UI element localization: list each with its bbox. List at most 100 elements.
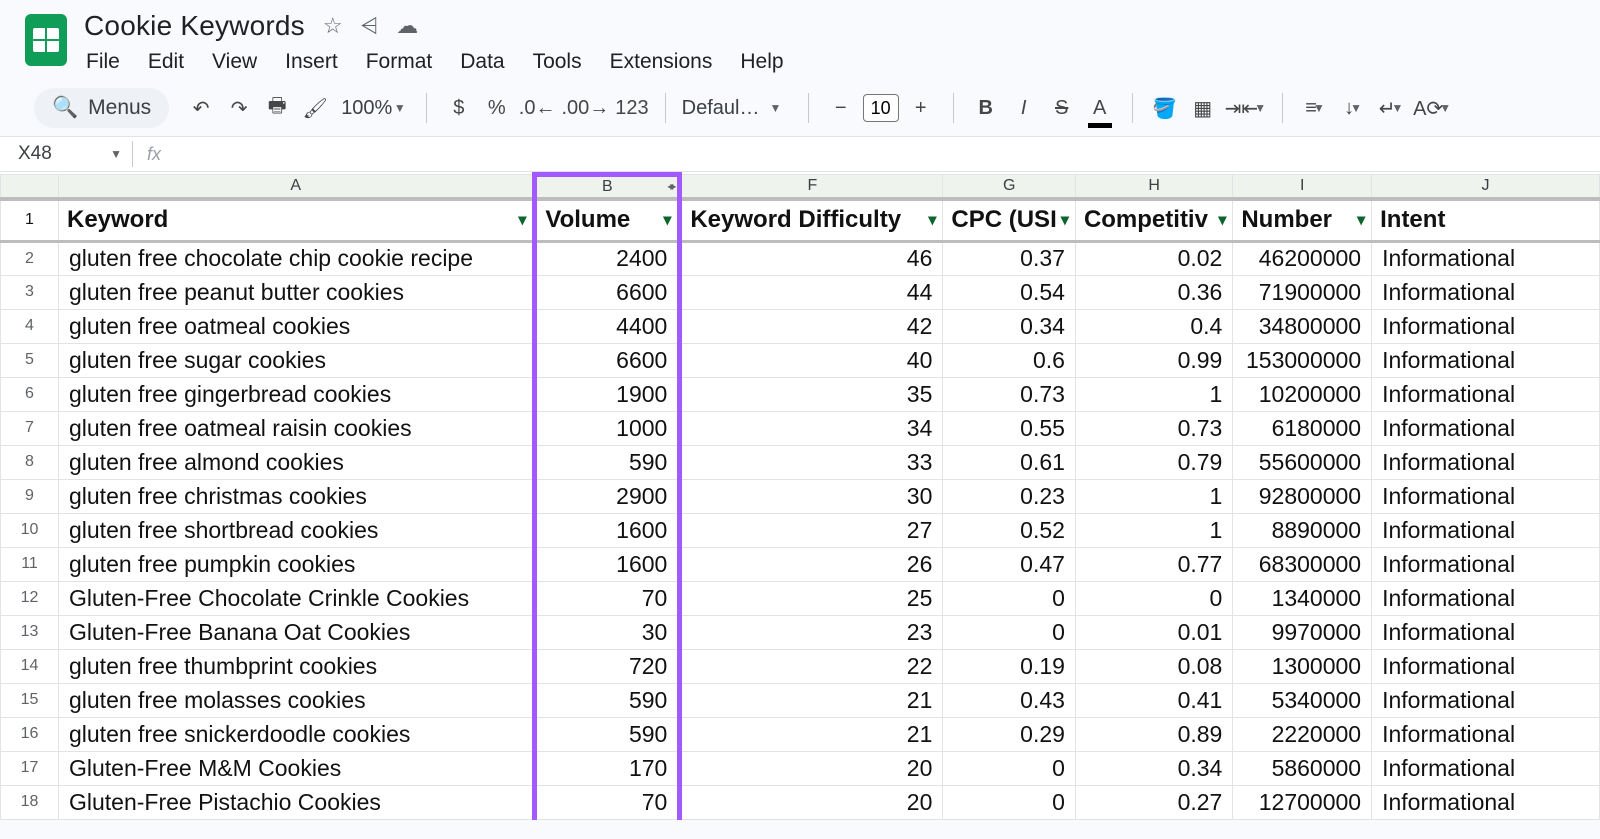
cell-cpc[interactable]: 0.6 <box>943 343 1076 377</box>
row-header[interactable]: 17 <box>1 751 59 785</box>
cell-volume[interactable]: 1000 <box>535 411 680 445</box>
header-keyword[interactable]: Keyword▾ <box>58 199 534 241</box>
cell-intent[interactable]: Informational <box>1372 241 1600 275</box>
cell-keyword[interactable]: gluten free almond cookies <box>58 445 534 479</box>
cell-intent[interactable]: Informational <box>1372 479 1600 513</box>
cell-volume[interactable]: 2400 <box>535 241 680 275</box>
cell-number[interactable]: 68300000 <box>1233 547 1372 581</box>
cell-keyword[interactable]: gluten free thumbprint cookies <box>58 649 534 683</box>
cell-cpc[interactable]: 0 <box>943 751 1076 785</box>
cell-cpc[interactable]: 0.19 <box>943 649 1076 683</box>
header-number[interactable]: Number▾ <box>1233 199 1372 241</box>
cell-competitive[interactable]: 0.01 <box>1075 615 1232 649</box>
cell-difficulty[interactable]: 35 <box>680 377 943 411</box>
menu-view[interactable]: View <box>212 50 257 74</box>
filter-icon[interactable]: ▾ <box>1218 210 1226 230</box>
cell-volume[interactable]: 590 <box>535 717 680 751</box>
cell-keyword[interactable]: gluten free oatmeal cookies <box>58 309 534 343</box>
text-wrap-button[interactable]: ↵▼ <box>1375 92 1407 124</box>
formula-bar[interactable] <box>161 143 1600 165</box>
cell-competitive[interactable]: 0.89 <box>1075 717 1232 751</box>
menu-tools[interactable]: Tools <box>533 50 582 74</box>
cell-difficulty[interactable]: 40 <box>680 343 943 377</box>
text-rotation-button[interactable]: A⟳▼ <box>1413 92 1451 124</box>
column-header-A[interactable]: A <box>58 175 534 200</box>
cell-intent[interactable]: Informational <box>1372 615 1600 649</box>
cell-intent[interactable]: Informational <box>1372 547 1600 581</box>
cell-number[interactable]: 12700000 <box>1233 785 1372 819</box>
menu-format[interactable]: Format <box>366 50 433 74</box>
cell-number[interactable]: 71900000 <box>1233 275 1372 309</box>
print-button[interactable]: 🖶 <box>261 92 293 124</box>
cell-volume[interactable]: 1900 <box>535 377 680 411</box>
cell-intent[interactable]: Informational <box>1372 513 1600 547</box>
currency-button[interactable]: $ <box>443 92 475 124</box>
bold-button[interactable]: B <box>970 92 1002 124</box>
cell-number[interactable]: 92800000 <box>1233 479 1372 513</box>
row-header[interactable]: 8 <box>1 445 59 479</box>
cell-competitive[interactable]: 0.41 <box>1075 683 1232 717</box>
cell-keyword[interactable]: Gluten-Free Chocolate Crinkle Cookies <box>58 581 534 615</box>
select-all-corner[interactable] <box>1 175 59 200</box>
cell-competitive[interactable]: 0.36 <box>1075 275 1232 309</box>
name-box[interactable]: X48 ▼ <box>12 143 122 165</box>
increase-font-button[interactable]: + <box>905 92 937 124</box>
text-color-button[interactable]: A <box>1084 92 1116 124</box>
cell-competitive[interactable]: 0.77 <box>1075 547 1232 581</box>
cell-keyword[interactable]: gluten free gingerbread cookies <box>58 377 534 411</box>
cell-intent[interactable]: Informational <box>1372 683 1600 717</box>
cell-difficulty[interactable]: 46 <box>680 241 943 275</box>
borders-button[interactable]: ▦ <box>1187 92 1219 124</box>
cell-number[interactable]: 1340000 <box>1233 581 1372 615</box>
cell-number[interactable]: 5860000 <box>1233 751 1372 785</box>
cell-number[interactable]: 6180000 <box>1233 411 1372 445</box>
increase-decimal-button[interactable]: .00→ <box>561 92 609 124</box>
row-header[interactable]: 10 <box>1 513 59 547</box>
cell-competitive[interactable]: 0.08 <box>1075 649 1232 683</box>
filter-icon[interactable]: ▾ <box>663 210 671 230</box>
cell-intent[interactable]: Informational <box>1372 581 1600 615</box>
row-header[interactable]: 1 <box>1 199 59 241</box>
cell-number[interactable]: 9970000 <box>1233 615 1372 649</box>
font-select[interactable]: Defaul…▼ <box>682 97 792 120</box>
cell-cpc[interactable]: 0 <box>943 581 1076 615</box>
filter-icon[interactable]: ▾ <box>1061 210 1069 230</box>
fill-color-button[interactable]: 🪣 <box>1149 92 1181 124</box>
row-header[interactable]: 2 <box>1 241 59 275</box>
menu-data[interactable]: Data <box>460 50 504 74</box>
column-header-G[interactable]: G <box>943 175 1076 200</box>
cell-difficulty[interactable]: 22 <box>680 649 943 683</box>
cell-intent[interactable]: Informational <box>1372 343 1600 377</box>
cell-keyword[interactable]: Gluten-Free Banana Oat Cookies <box>58 615 534 649</box>
cell-difficulty[interactable]: 26 <box>680 547 943 581</box>
cell-cpc[interactable]: 0.34 <box>943 309 1076 343</box>
cell-intent[interactable]: Informational <box>1372 309 1600 343</box>
cell-keyword[interactable]: gluten free shortbread cookies <box>58 513 534 547</box>
zoom-select[interactable]: 100% ▼ <box>341 92 406 124</box>
cell-intent[interactable]: Informational <box>1372 377 1600 411</box>
font-size-input[interactable] <box>863 94 899 122</box>
cell-volume[interactable]: 720 <box>535 649 680 683</box>
cell-number[interactable]: 55600000 <box>1233 445 1372 479</box>
menu-extensions[interactable]: Extensions <box>610 50 713 74</box>
cell-keyword[interactable]: gluten free peanut butter cookies <box>58 275 534 309</box>
cell-difficulty[interactable]: 34 <box>680 411 943 445</box>
cell-cpc[interactable]: 0.47 <box>943 547 1076 581</box>
cell-cpc[interactable]: 0.23 <box>943 479 1076 513</box>
cell-difficulty[interactable]: 42 <box>680 309 943 343</box>
cell-competitive[interactable]: 0 <box>1075 581 1232 615</box>
cell-difficulty[interactable]: 23 <box>680 615 943 649</box>
header-intent[interactable]: Intent <box>1372 199 1600 241</box>
filter-icon[interactable]: ▾ <box>1357 210 1365 230</box>
cell-number[interactable]: 8890000 <box>1233 513 1372 547</box>
cell-volume[interactable]: 170 <box>535 751 680 785</box>
cell-competitive[interactable]: 0.02 <box>1075 241 1232 275</box>
cell-keyword[interactable]: gluten free christmas cookies <box>58 479 534 513</box>
cell-cpc[interactable]: 0.43 <box>943 683 1076 717</box>
cell-cpc[interactable]: 0.55 <box>943 411 1076 445</box>
cell-cpc[interactable]: 0.52 <box>943 513 1076 547</box>
cell-keyword[interactable]: Gluten-Free Pistachio Cookies <box>58 785 534 819</box>
cell-difficulty[interactable]: 44 <box>680 275 943 309</box>
cell-cpc[interactable]: 0.54 <box>943 275 1076 309</box>
cell-intent[interactable]: Informational <box>1372 717 1600 751</box>
